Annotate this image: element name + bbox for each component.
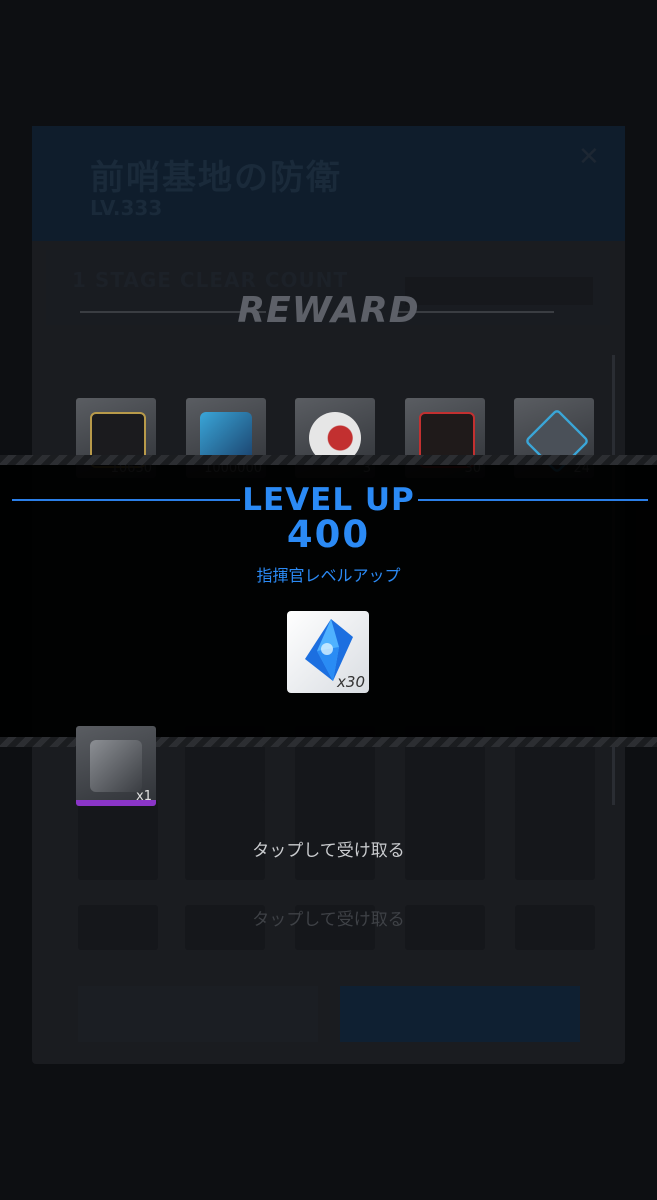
tap-to-receive-prompt[interactable]: タップして受け取る xyxy=(0,836,657,861)
tap-to-receive-prompt-background: タップして受け取る xyxy=(252,910,405,930)
level-up-subtitle: 指揮官レベルアップ xyxy=(256,566,401,585)
close-icon: ✕ xyxy=(578,142,600,172)
level-up-reward-count: x30 xyxy=(337,673,365,691)
background-stage-level: LV.333 xyxy=(90,196,163,220)
level-up-reward-item[interactable]: x30 xyxy=(287,611,369,693)
background-right-button xyxy=(340,986,580,1042)
arm-gear-icon xyxy=(90,740,142,792)
reward-title: REWARD xyxy=(237,290,420,331)
reward-item-gear[interactable]: x1 xyxy=(76,726,156,806)
background-clear-count-label: 1 STAGE CLEAR COUNT xyxy=(72,268,349,292)
background-stage-title: 前哨基地の防衛 xyxy=(90,158,342,198)
reward-item-count: x1 xyxy=(136,789,152,804)
band-stripe-top xyxy=(0,455,657,465)
background-left-button xyxy=(78,986,318,1042)
level-up-number: 400 xyxy=(286,513,371,556)
